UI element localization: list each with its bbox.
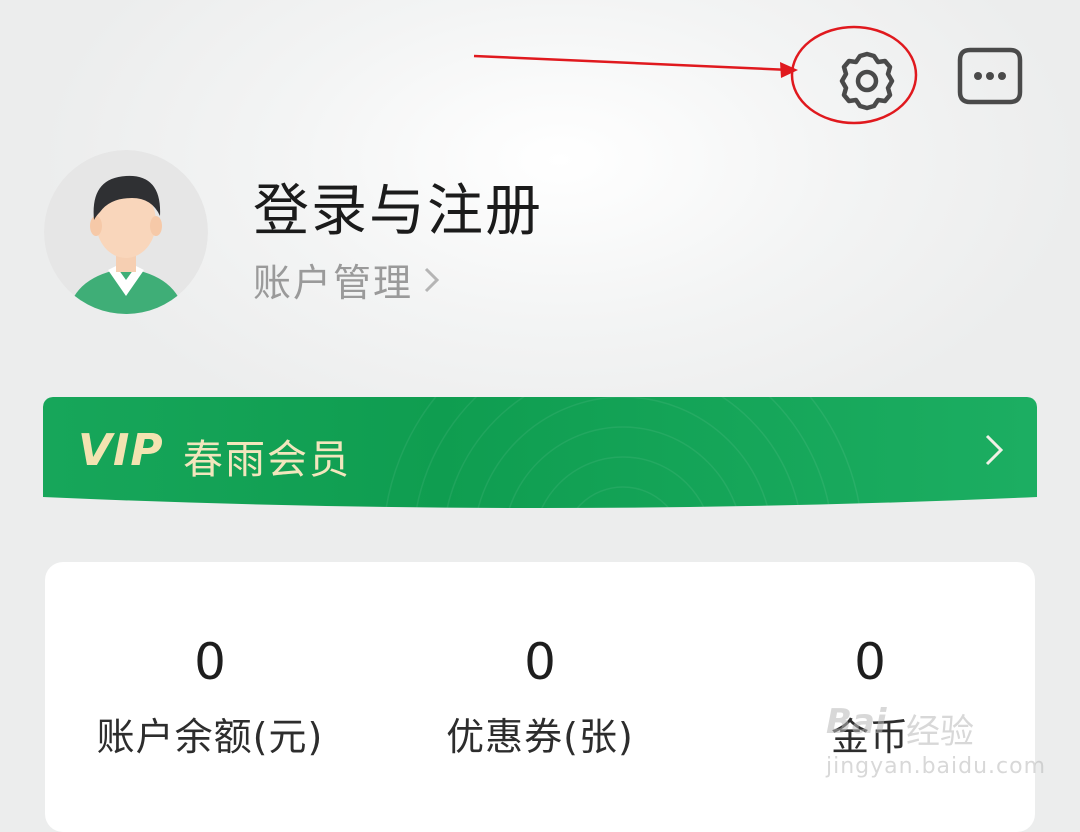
baidu-jingyan-watermark: Bai 经验 jingyan.baidu.com (826, 702, 1045, 792)
profile-screen: 登录与注册 账户管理 VIP 春雨会员 0 账户余额(元) 0 优惠券(张) 0… (0, 0, 1080, 832)
settings-button[interactable] (832, 46, 902, 116)
annotation-arrow (473, 25, 918, 125)
account-management-label: 账户管理 (253, 261, 414, 305)
account-management-link[interactable]: 账户管理 (253, 252, 443, 307)
vip-membership-banner[interactable]: VIP 春雨会员 (43, 397, 1037, 517)
watermark-logo: Bai (826, 702, 887, 742)
stat-value: 0 (524, 633, 556, 691)
default-user-avatar-icon (44, 150, 208, 314)
more-dots-icon (957, 47, 1023, 105)
chevron-right-icon (424, 267, 440, 292)
stat-coupons[interactable]: 0 优惠券(张) (375, 632, 705, 761)
avatar[interactable] (44, 150, 208, 314)
more-button[interactable] (956, 46, 1024, 108)
stat-label: 账户余额(元) (96, 715, 324, 759)
stat-label: 优惠券(张) (446, 715, 634, 759)
gear-icon (839, 51, 895, 111)
stat-value: 0 (194, 633, 226, 691)
vip-title: 春雨会员 (183, 437, 351, 483)
login-register-title[interactable]: 登录与注册 (253, 166, 543, 247)
stat-value: 0 (854, 633, 886, 691)
stat-balance[interactable]: 0 账户余额(元) (45, 632, 375, 761)
chevron-right-icon (981, 430, 1007, 470)
vip-logo: VIP (78, 425, 164, 476)
watermark-text: 经验 (906, 712, 974, 752)
watermark-url: jingyan.baidu.com (826, 754, 1047, 779)
